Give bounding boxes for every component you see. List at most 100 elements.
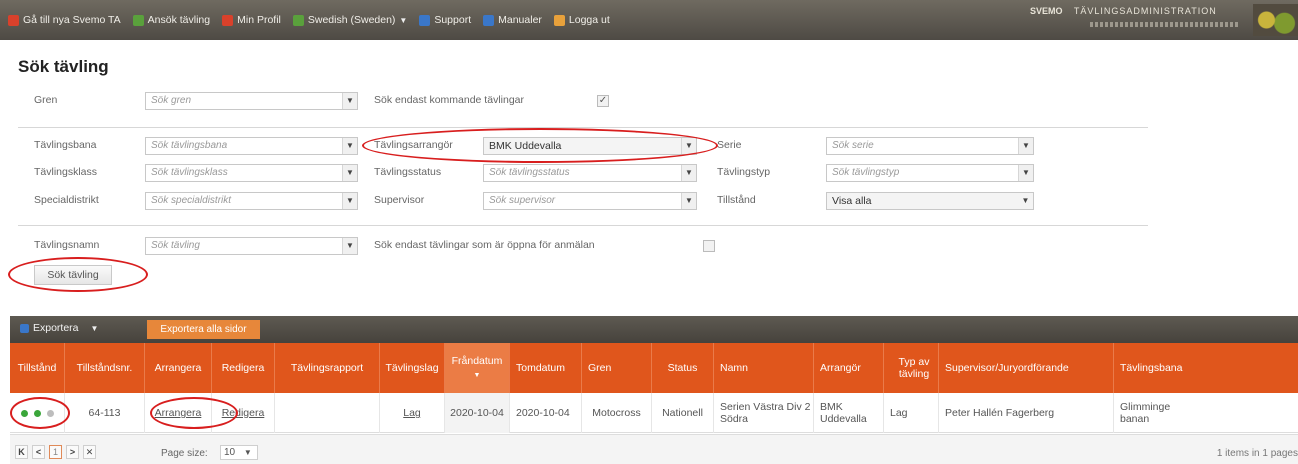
page-size-label: Page size: (161, 448, 208, 459)
nav-new-svemo-ta-label: Gå till nya Svemo TA (23, 14, 121, 26)
nav-new-svemo-ta[interactable]: Gå till nya Svemo TA (8, 14, 121, 26)
column-header-tomdatum[interactable]: Tomdatum (510, 343, 582, 393)
cell-gren: Motocross (582, 393, 652, 433)
upcoming-only-label: Sök endast kommande tävlingar (374, 94, 524, 106)
chevron-down-icon[interactable]: ▼ (342, 238, 357, 254)
tillstand-select[interactable]: Visa alla ▼ (826, 192, 1034, 210)
chevron-down-icon[interactable]: ▼ (681, 193, 696, 209)
pager: K < 1 > ✕ Page size: 10 ▼ 1 items in 1 p… (10, 434, 1298, 464)
open-only-label: Sök endast tävlingar som är öppna för an… (374, 239, 595, 251)
cell-typ: Lag (884, 393, 939, 433)
chevron-down-icon[interactable]: ▼ (681, 138, 696, 154)
lag-link[interactable]: Lag (403, 407, 421, 419)
column-header-supervisor[interactable]: Supervisor/Juryordförande (939, 343, 1114, 393)
column-header-tillstandsnr[interactable]: Tillståndsnr. (65, 343, 145, 393)
divider (18, 225, 1148, 226)
check-icon: ✓ (598, 95, 608, 106)
table-header: Tillstånd Tillståndsnr. Arrangera Redige… (10, 343, 1298, 393)
tavlingstyp-label: Tävlingstyp (717, 166, 771, 178)
column-header-frandatum[interactable]: Fråndatum ▼ (445, 343, 510, 393)
header-artwork (1253, 4, 1298, 36)
brand: SVEMO TÄVLINGSADMINISTRATION (1030, 6, 1217, 16)
chevron-down-icon: ▼ (243, 448, 252, 457)
chevron-down-icon[interactable]: ▼ (1018, 165, 1033, 181)
status-dot-icon (46, 409, 54, 417)
nav-support[interactable]: Support (419, 14, 471, 26)
chevron-down-icon[interactable]: ▼ (1018, 193, 1033, 209)
cell-tomdatum: 2020-10-04 (510, 393, 582, 433)
redigera-link[interactable]: Redigera (222, 407, 265, 419)
last-page-button[interactable]: ✕ (83, 445, 96, 459)
chevron-down-icon[interactable]: ▼ (342, 93, 357, 109)
divider (18, 127, 1148, 128)
column-header-typ[interactable]: Typ av tävling (884, 343, 939, 393)
tavlingsstatus-label: Tävlingsstatus (374, 166, 442, 178)
tavlingsnamn-combobox[interactable]: Sök tävling ▼ (145, 237, 358, 255)
column-header-arrangor[interactable]: Arrangör (814, 343, 884, 393)
column-header-tavlingsrapport[interactable]: Tävlingsrapport (275, 343, 380, 393)
tavlingsklass-combobox[interactable]: Sök tävlingsklass ▼ (145, 164, 358, 182)
logout-icon (553, 14, 565, 26)
book-icon (483, 14, 495, 26)
upcoming-only-checkbox[interactable]: ✓ (597, 95, 609, 107)
nav-my-profile[interactable]: Min Profil (222, 14, 281, 26)
chevron-down-icon[interactable]: ▼ (1018, 138, 1033, 154)
export-dropdown[interactable]: Exportera ▼ (20, 322, 98, 334)
export-icon (20, 323, 29, 333)
person-icon (8, 14, 19, 26)
grid-toolbar: Exportera ▼ Exportera alla sidor (10, 316, 1298, 343)
column-header-gren[interactable]: Gren (582, 343, 652, 393)
supervisor-combobox[interactable]: Sök supervisor ▼ (483, 192, 697, 210)
column-header-tavlingsbana[interactable]: Tävlingsbana (1114, 343, 1298, 393)
column-header-tavlingslag[interactable]: Tävlingslag (380, 343, 445, 393)
serie-label: Serie (717, 139, 742, 151)
column-header-redigera[interactable]: Redigera (212, 343, 275, 393)
column-header-tillstand[interactable]: Tillstånd (10, 343, 65, 393)
gren-combobox[interactable]: Sök gren ▼ (145, 92, 358, 110)
column-header-namn[interactable]: Namn (714, 343, 814, 393)
nav-language-select[interactable]: Swedish (Sweden) ▼ (292, 14, 407, 26)
nav-language-label: Swedish (Sweden) (307, 14, 396, 26)
pager-info: 1 items in 1 pages (1216, 448, 1298, 459)
chevron-down-icon[interactable]: ▼ (342, 138, 357, 154)
open-only-checkbox[interactable] (703, 240, 715, 252)
chevron-down-icon[interactable]: ▼ (342, 193, 357, 209)
tavlingsstatus-combobox[interactable]: Sök tävlingsstatus ▼ (483, 164, 697, 182)
column-header-frandatum-label: Fråndatum (451, 354, 503, 367)
tavlingsarrangor-combobox[interactable]: BMK Uddevalla ▼ (483, 137, 697, 155)
current-page[interactable]: 1 (49, 445, 62, 459)
next-page-button[interactable]: > (66, 445, 79, 459)
first-page-button[interactable]: K (15, 445, 28, 459)
nav-apply-competition[interactable]: Ansök tävling (132, 14, 210, 26)
page-size-select[interactable]: 10 ▼ (220, 445, 258, 460)
brand-title: TÄVLINGSADMINISTRATION (1073, 6, 1217, 16)
arrangera-link[interactable]: Arrangera (155, 407, 202, 419)
specialdistrikt-combobox[interactable]: Sök specialdistrikt ▼ (145, 192, 358, 210)
cell-namn: Serien Västra Div 2 Södra (714, 393, 814, 433)
serie-combobox[interactable]: Sök serie ▼ (826, 137, 1034, 155)
chevron-down-icon: ▼ (90, 323, 99, 333)
nav-logout[interactable]: Logga ut (553, 14, 610, 26)
column-header-status[interactable]: Status (652, 343, 714, 393)
tavlingstyp-combobox[interactable]: Sök tävlingstyp ▼ (826, 164, 1034, 182)
supervisor-label: Supervisor (374, 194, 425, 206)
serie-placeholder: Sök serie (832, 140, 874, 151)
nav-manuals[interactable]: Manualer (483, 14, 542, 26)
page-title: Sök tävling (18, 57, 109, 76)
cell-tillstandsnr: 64-113 (65, 393, 145, 433)
tavlingsbana-combobox[interactable]: Sök tävlingsbana ▼ (145, 137, 358, 155)
cell-redigera: Redigera (212, 393, 275, 433)
chevron-down-icon[interactable]: ▼ (681, 165, 696, 181)
export-label: Exportera (33, 322, 79, 334)
top-navigation-bar: Gå till nya Svemo TA Ansök tävling Min P… (0, 0, 1298, 40)
tavlingsklass-label: Tävlingsklass (34, 166, 98, 178)
column-header-arrangera[interactable]: Arrangera (145, 343, 212, 393)
gren-label: Gren (34, 94, 58, 106)
previous-page-button[interactable]: < (32, 445, 45, 459)
nav-my-profile-label: Min Profil (237, 14, 281, 26)
person-icon (222, 14, 234, 26)
cell-arrangera: Arrangera (145, 393, 212, 433)
search-competition-button[interactable]: Sök tävling (34, 265, 112, 285)
chevron-down-icon[interactable]: ▼ (342, 165, 357, 181)
export-all-pages-button[interactable]: Exportera alla sidor (147, 320, 260, 339)
